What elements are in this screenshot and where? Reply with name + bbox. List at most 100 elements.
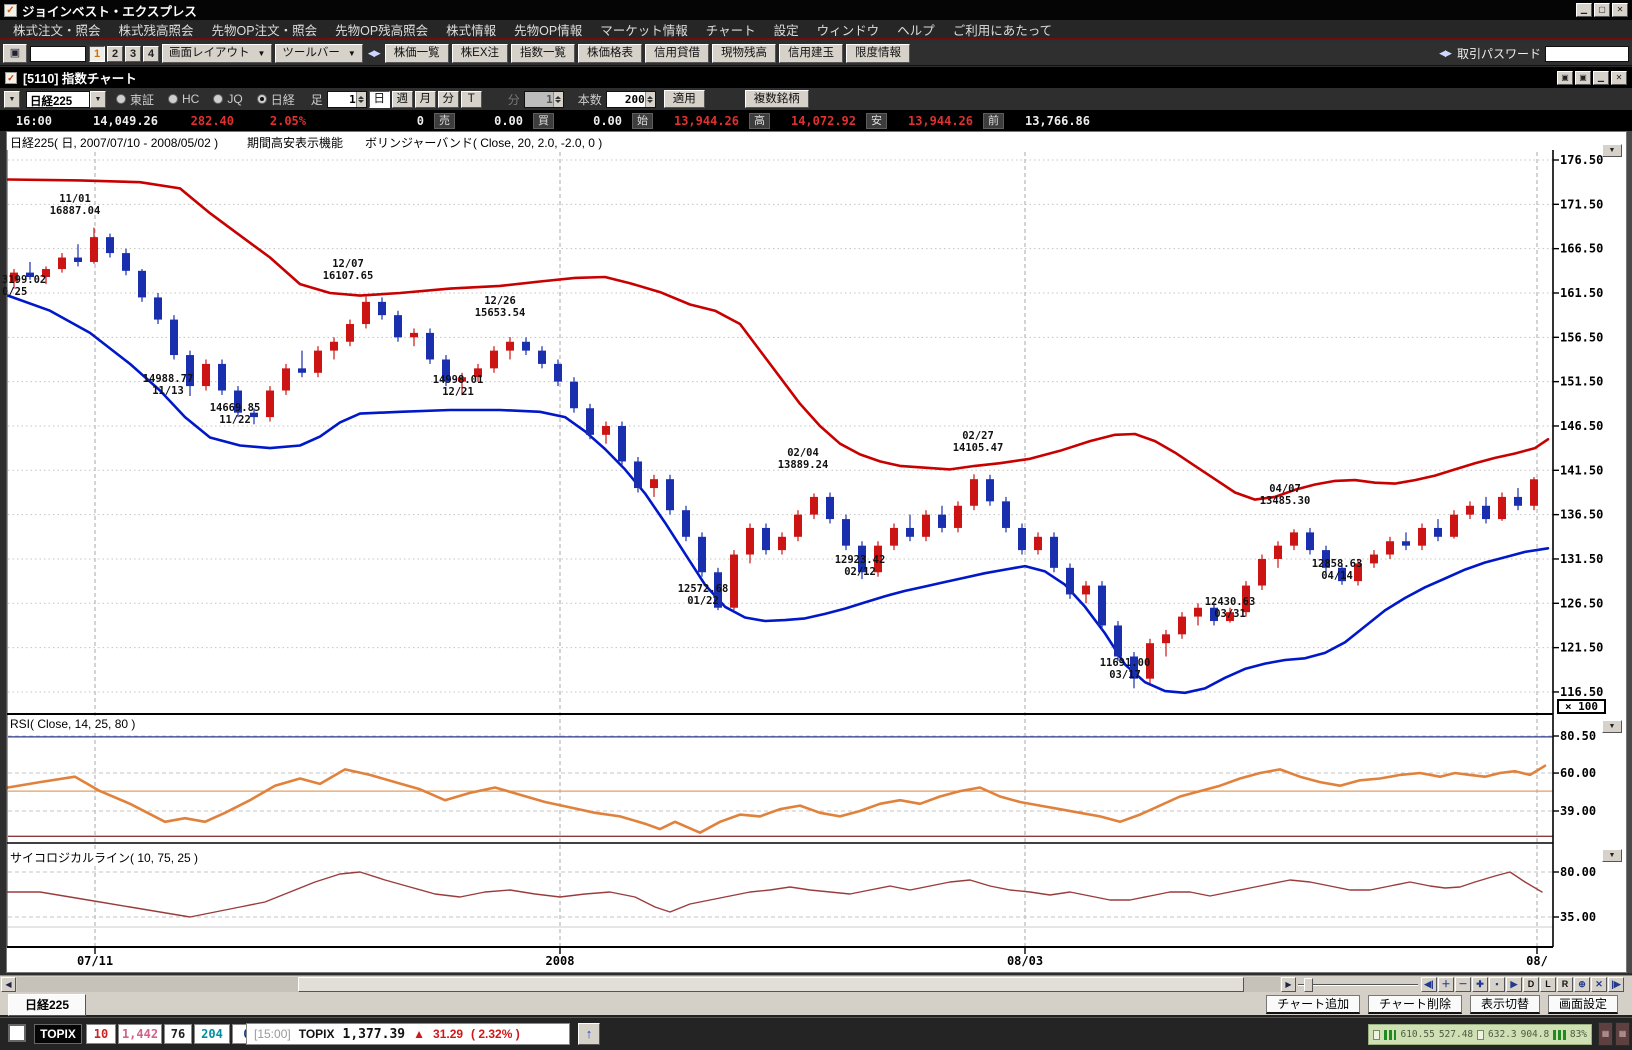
psych-pane-dropdown-button[interactable]: ▼ bbox=[1602, 849, 1622, 862]
index-name-cell[interactable]: TOPIX bbox=[34, 1024, 82, 1044]
stop-button[interactable]: ▪ bbox=[1489, 977, 1505, 992]
layout-button-2[interactable]: ▣ bbox=[1575, 71, 1591, 85]
zoom-slider-handle[interactable] bbox=[1304, 978, 1313, 992]
bottom-button[interactable]: 表示切替 bbox=[1470, 995, 1540, 1014]
menu-item[interactable]: 先物OP情報 bbox=[505, 20, 591, 39]
main-pane-dropdown-button[interactable]: ▼ bbox=[1602, 144, 1622, 157]
period-button-月[interactable]: 月 bbox=[415, 91, 436, 108]
toolbar-button[interactable]: 現物残高 bbox=[712, 44, 776, 63]
ashi-label: 足 bbox=[311, 91, 323, 108]
period-button-日[interactable]: 日 bbox=[369, 91, 390, 108]
chart-controls: ▼ 日経225 ▼ 東証HCJQ日経 足 日週月分T 分 本数 適用 複数銘柄 bbox=[0, 88, 1632, 110]
symbol-dropdown-button[interactable]: ▼ bbox=[4, 91, 20, 108]
spinner-icon[interactable] bbox=[356, 92, 366, 107]
r-button[interactable]: R bbox=[1557, 977, 1573, 992]
bottom-button[interactable]: 画面設定 bbox=[1548, 995, 1618, 1014]
minimize-button[interactable]: ▁ bbox=[1576, 3, 1592, 17]
period-button-分[interactable]: 分 bbox=[438, 91, 459, 108]
market-radio-日経[interactable]: 日経 bbox=[257, 91, 295, 108]
menu-item[interactable]: 株式残高照会 bbox=[110, 20, 203, 39]
close-button[interactable]: ✕ bbox=[1612, 3, 1628, 17]
bottom-button[interactable]: チャート削除 bbox=[1368, 995, 1462, 1014]
toolbar-button[interactable]: 信用貸借 bbox=[645, 44, 709, 63]
toolbar-splitter-icon[interactable]: ◀▶ bbox=[366, 48, 382, 59]
chart-tab-row: 日経225 チャート追加チャート削除表示切替画面設定 bbox=[0, 993, 1632, 1017]
toolbar-splitter-icon[interactable]: ◀▶ bbox=[1437, 48, 1453, 59]
trade-password-input[interactable] bbox=[1545, 46, 1629, 62]
window-stack-icon[interactable]: ▦ bbox=[1598, 1022, 1613, 1046]
period-button-週[interactable]: 週 bbox=[392, 91, 413, 108]
scrollbar-thumb[interactable] bbox=[298, 977, 1244, 992]
scroll-left-arrow[interactable]: ◀ bbox=[1, 977, 16, 992]
play-button[interactable]: ▶ bbox=[1506, 977, 1522, 992]
symbol-combo[interactable]: 日経225 ▼ bbox=[26, 91, 106, 108]
chevron-down-icon[interactable]: ▼ bbox=[90, 91, 106, 108]
status-bar: TOPIX 101,442762040 [15:00] TOPIX 1,377.… bbox=[0, 1017, 1632, 1050]
period-button-T[interactable]: T bbox=[461, 91, 482, 108]
zoom-in-button[interactable]: ＋ bbox=[1438, 977, 1454, 992]
scroll-left-end-button[interactable]: ◀| bbox=[1421, 977, 1437, 992]
layout-tab-1[interactable]: 1 bbox=[89, 46, 105, 62]
status-cell: 204 bbox=[194, 1024, 230, 1044]
rsi-pane-dropdown-button[interactable]: ▼ bbox=[1602, 720, 1622, 733]
minimize-button[interactable]: ▁ bbox=[1593, 71, 1609, 85]
scroll-right-arrow[interactable]: ▶ bbox=[1281, 977, 1296, 992]
tray-icon bbox=[1373, 1030, 1380, 1040]
menu-item[interactable]: 先物OP注文・照会 bbox=[203, 20, 327, 39]
scroll-right-end-button[interactable]: |▶ bbox=[1608, 977, 1624, 992]
layout-tab-2[interactable]: 2 bbox=[107, 46, 123, 62]
toolbar-button[interactable]: 株EX注 bbox=[452, 44, 508, 63]
menu-item[interactable]: ヘルプ bbox=[888, 20, 944, 39]
pan-button[interactable]: ✚ bbox=[1472, 977, 1488, 992]
close-button[interactable]: ✕ bbox=[1611, 71, 1627, 85]
menu-item[interactable]: チャート bbox=[697, 20, 765, 39]
market-radio-JQ[interactable]: JQ bbox=[213, 92, 242, 106]
ashi-value-input[interactable] bbox=[328, 92, 356, 107]
ashi-stepper[interactable] bbox=[327, 91, 367, 108]
toolbar-button[interactable]: 指数一覧 bbox=[511, 44, 575, 63]
toolbar-button[interactable]: 信用建玉 bbox=[779, 44, 843, 63]
screen-layout-dropdown[interactable]: 画面レイアウト▼ bbox=[162, 44, 272, 63]
zoom-slider[interactable] bbox=[1298, 984, 1418, 986]
bars-stepper[interactable] bbox=[606, 91, 656, 108]
bars-value-input[interactable] bbox=[607, 92, 645, 107]
zoom-out-button[interactable]: － bbox=[1455, 977, 1471, 992]
multi-symbol-button[interactable]: 複数銘柄 bbox=[745, 90, 809, 108]
layout-grid-icon[interactable]: ▣ bbox=[3, 44, 27, 63]
layout-tab-4[interactable]: 4 bbox=[143, 46, 159, 62]
expand-up-button[interactable]: ↑ bbox=[578, 1023, 600, 1045]
magnifier-button[interactable]: ⊕ bbox=[1574, 977, 1590, 992]
spinner-icon[interactable] bbox=[645, 92, 655, 107]
apply-button[interactable]: 適用 bbox=[664, 90, 705, 108]
quote-time: [15:00] bbox=[254, 1027, 291, 1041]
menu-item[interactable]: 先物OP残高照会 bbox=[326, 20, 437, 39]
status-checkbox[interactable] bbox=[8, 1024, 26, 1042]
market-radio-東証[interactable]: 東証 bbox=[116, 91, 154, 108]
toolbar-button[interactable]: 株価一覧 bbox=[385, 44, 449, 63]
market-radio-HC[interactable]: HC bbox=[168, 92, 199, 106]
menu-item[interactable]: 株式情報 bbox=[437, 20, 505, 39]
l-button[interactable]: L bbox=[1540, 977, 1556, 992]
menu-item[interactable]: ご利用にあたって bbox=[944, 20, 1061, 39]
menu-item[interactable]: ウィンドウ bbox=[808, 20, 889, 39]
maximize-button[interactable]: ▢ bbox=[1594, 3, 1610, 17]
bottom-button[interactable]: チャート追加 bbox=[1266, 995, 1360, 1014]
tab-nikkei225[interactable]: 日経225 bbox=[8, 994, 86, 1016]
layout-tab-3[interactable]: 3 bbox=[125, 46, 141, 62]
quote-value: 1,377.39 bbox=[343, 1027, 406, 1042]
toolbar-button[interactable]: 株価格表 bbox=[578, 44, 642, 63]
toolbar-input[interactable] bbox=[30, 46, 86, 62]
layout-button-1[interactable]: ▣ bbox=[1557, 71, 1573, 85]
scrollbar-track[interactable] bbox=[17, 977, 1280, 992]
toolbar-button[interactable]: 限度情報 bbox=[846, 44, 910, 63]
menu-item[interactable]: 設定 bbox=[765, 20, 808, 39]
menu-item[interactable]: 株式注文・照会 bbox=[4, 20, 110, 39]
window-stack-icon[interactable]: ▦ bbox=[1615, 1022, 1630, 1046]
toolbar-dropdown[interactable]: ツールバー▼ bbox=[275, 44, 362, 63]
chevron-down-icon: ▼ bbox=[258, 45, 266, 62]
menu-item[interactable]: マーケット情報 bbox=[591, 20, 697, 39]
d-button[interactable]: D bbox=[1523, 977, 1539, 992]
close-chart-button[interactable]: ✕ bbox=[1591, 977, 1607, 992]
corner-icons: ▦ ▦ bbox=[1598, 1022, 1630, 1046]
tray-value: 83% bbox=[1570, 1029, 1587, 1040]
